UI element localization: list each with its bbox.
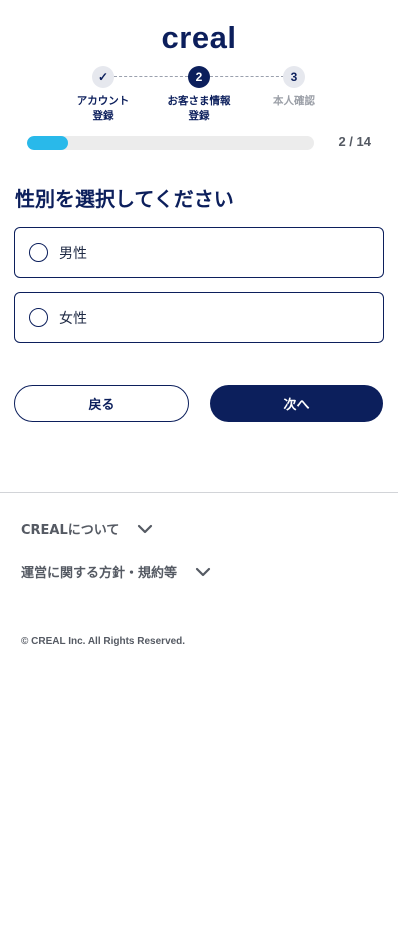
step-label: 本人確認 — [273, 95, 315, 107]
footer-link-label: CREALについて — [21, 523, 120, 538]
next-button[interactable]: 次へ — [210, 385, 383, 422]
question-title: 性別を選択してください — [15, 187, 234, 211]
step-label: アカウント 登録 — [76, 95, 130, 122]
step-account: ✓ アカウント 登録 — [58, 66, 148, 124]
progress-bar — [27, 136, 314, 150]
chevron-down-icon — [138, 524, 153, 533]
footer-link-label: 運営に関する方針・規約等 — [21, 566, 178, 581]
brand-logo[interactable]: creal — [0, 20, 398, 56]
radio-button[interactable] — [29, 243, 48, 262]
step-customer-info: 2 お客さま情報 登録 — [154, 66, 244, 124]
option-label: 女性 — [59, 310, 87, 327]
footer-link-policies[interactable]: 運営に関する方針・規約等 — [21, 562, 211, 581]
option-label: 男性 — [59, 245, 87, 262]
step-identity: 3 本人確認 — [249, 66, 339, 109]
option-female[interactable]: 女性 — [14, 292, 384, 343]
check-icon: ✓ — [92, 66, 114, 88]
footer-divider — [0, 492, 398, 493]
registration-stepper: ✓ アカウント 登録 2 お客さま情報 登録 3 本人確認 — [0, 66, 398, 126]
step-label: お客さま情報 登録 — [167, 95, 231, 122]
footer-link-about[interactable]: CREALについて — [21, 519, 153, 538]
step-number: 2 — [188, 66, 210, 88]
progress-fill — [27, 136, 68, 150]
radio-button[interactable] — [29, 308, 48, 327]
step-number: 3 — [283, 66, 305, 88]
back-button[interactable]: 戻る — [14, 385, 189, 422]
copyright: © CREAL Inc. All Rights Reserved. — [21, 636, 186, 647]
chevron-down-icon — [195, 567, 211, 576]
progress-counter: 2 / 14 — [338, 134, 371, 149]
logo-text: creal — [161, 20, 237, 55]
option-male[interactable]: 男性 — [14, 227, 384, 278]
